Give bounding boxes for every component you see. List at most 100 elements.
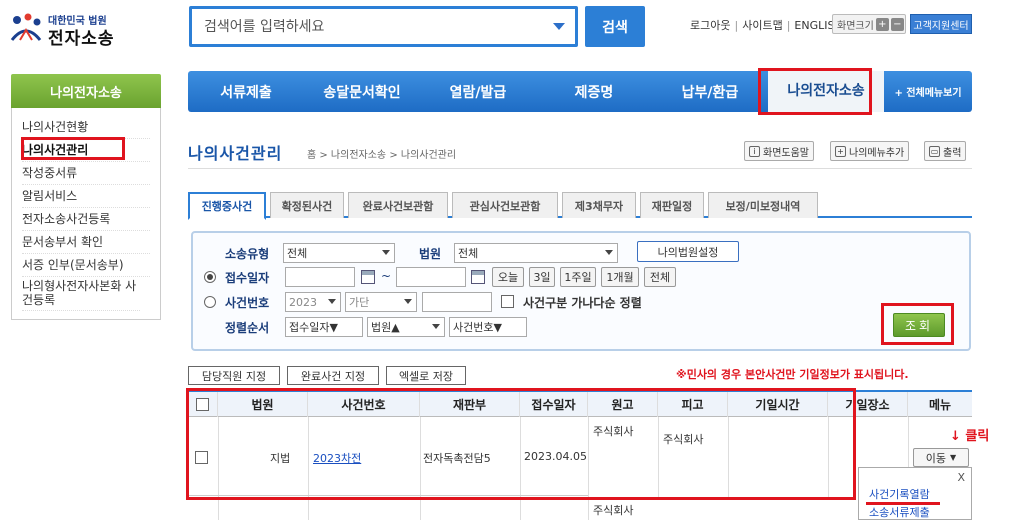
move-menu-label: 이동 bbox=[925, 451, 947, 465]
sidebar-item-evidence[interactable]: 서증 인부(문서송부) bbox=[22, 256, 150, 277]
assign-staff-button[interactable]: 담당직원 지정 bbox=[188, 366, 280, 385]
date-radio[interactable] bbox=[204, 271, 216, 283]
search-input[interactable] bbox=[192, 9, 532, 44]
nav-item-submit[interactable]: 서류제출 bbox=[188, 82, 304, 102]
font-size-control: 화면크기 + − bbox=[832, 14, 906, 34]
case-number-radio[interactable] bbox=[204, 296, 216, 308]
tab-confirmed[interactable]: 확정된사건 bbox=[270, 192, 344, 218]
font-size-minus-button[interactable]: − bbox=[890, 17, 904, 31]
date-to-input[interactable] bbox=[396, 267, 466, 287]
sidebar-item-case-register[interactable]: 전자소송사건등록 bbox=[22, 210, 150, 231]
date-label: 접수일자 bbox=[225, 271, 270, 285]
sort-order-label: 정렬순서 bbox=[225, 321, 270, 335]
breadcrumb: 홈 > 나의전자소송 > 나의사건관리 bbox=[307, 150, 457, 161]
notice-text: ※민사의 경우 본안사건만 기일정보가 표시됩니다. bbox=[676, 368, 909, 381]
case-tabs: 진행중사건 확정된사건 완료사건보관함 관심사건보관함 제3채무자 재판일정 보… bbox=[188, 192, 972, 220]
sort-order-2-value: 법원▲ bbox=[371, 321, 400, 334]
print-label: 출력 bbox=[943, 147, 962, 159]
click-annotation: ↓ 클릭 bbox=[950, 429, 990, 444]
add-my-menu-button[interactable]: + 나의메뉴추가 bbox=[830, 141, 910, 161]
sort-by-name-label: 사건구분 가나다순 정렬 bbox=[523, 296, 642, 310]
date-from-input[interactable] bbox=[285, 267, 355, 287]
3days-button[interactable]: 3일 bbox=[529, 267, 555, 287]
printer-icon: ▭ bbox=[929, 145, 940, 157]
tab-interest[interactable]: 관심사건보관함 bbox=[452, 192, 558, 218]
font-size-label: 화면크기 bbox=[837, 20, 874, 32]
search-dropdown-icon[interactable] bbox=[553, 23, 565, 30]
nav-item-view[interactable]: 열람/발급 bbox=[420, 82, 536, 102]
help-label: 화면도움말 bbox=[763, 147, 809, 159]
sitemap-link[interactable]: 사이트맵 bbox=[742, 17, 782, 33]
logout-link[interactable]: 로그아웃 bbox=[690, 17, 730, 33]
move-menu-button[interactable]: 이동 ▼ bbox=[913, 448, 969, 467]
search-button[interactable]: 검색 bbox=[585, 6, 645, 47]
1week-button[interactable]: 1주일 bbox=[560, 267, 596, 287]
separator: | bbox=[786, 18, 791, 32]
mark-complete-button[interactable]: 완료사건 지정 bbox=[287, 366, 379, 385]
sort-order-select-1[interactable]: 접수일자▼ bbox=[285, 317, 363, 337]
info-icon: i bbox=[749, 145, 760, 157]
font-size-plus-button[interactable]: + bbox=[875, 17, 889, 31]
calendar-icon[interactable] bbox=[471, 270, 485, 284]
help-button[interactable]: i 화면도움말 bbox=[744, 141, 814, 161]
tab-in-progress[interactable]: 진행중사건 bbox=[188, 192, 266, 220]
tab-schedule[interactable]: 재판일정 bbox=[640, 192, 704, 218]
case-year-select[interactable]: 2023 bbox=[285, 292, 341, 312]
move-menu-popup: X 사건기록열람 소송서류제출 bbox=[858, 467, 972, 520]
nav-item-certificate[interactable]: 제증명 bbox=[536, 82, 652, 102]
today-button[interactable]: 오늘 bbox=[492, 267, 524, 287]
chevron-down-icon bbox=[328, 299, 336, 304]
popup-item-view-records[interactable]: 사건기록열람 bbox=[869, 486, 930, 502]
highlight-box bbox=[881, 303, 954, 345]
header-menu: 메뉴 bbox=[928, 398, 952, 412]
chevron-down-icon bbox=[382, 250, 390, 255]
sort-by-name-checkbox[interactable] bbox=[501, 295, 514, 308]
chevron-down-icon: ▼ bbox=[950, 453, 957, 462]
sort-order-select-3[interactable]: 사건번호▼ bbox=[449, 317, 527, 337]
sidebar-title[interactable]: 나의전자소송 bbox=[11, 74, 161, 108]
case-number-input[interactable] bbox=[422, 292, 492, 312]
all-period-button[interactable]: 전체 bbox=[644, 267, 676, 287]
court-label: 법원 bbox=[419, 247, 442, 261]
divider bbox=[188, 168, 972, 169]
print-button[interactable]: ▭ 출력 bbox=[924, 141, 967, 161]
customer-support-button[interactable]: 고객지원센터 bbox=[910, 14, 972, 34]
my-court-settings-button[interactable]: 나의법원설정 bbox=[637, 241, 739, 262]
calendar-icon[interactable] bbox=[361, 270, 375, 284]
case-number-label: 사건번호 bbox=[225, 296, 270, 310]
chevron-down-icon bbox=[605, 250, 613, 255]
case-gubun-select[interactable]: 가단 bbox=[345, 292, 417, 312]
add-my-menu-label: 나의메뉴추가 bbox=[849, 147, 905, 159]
sidebar-item-case-status[interactable]: 나의사건현황 bbox=[22, 118, 150, 139]
cell-plaintiff-row2: 주식회사 bbox=[593, 504, 634, 517]
sidebar-item-doc-send[interactable]: 문서송부서 확인 bbox=[22, 233, 150, 254]
top-links: 로그아웃 | 사이트맵 | ENGLISH bbox=[690, 17, 843, 33]
tab-correction[interactable]: 보정/미보정내역 bbox=[708, 192, 818, 218]
close-icon[interactable]: X bbox=[957, 471, 965, 484]
chevron-down-icon bbox=[404, 299, 412, 304]
excel-export-button[interactable]: 엑셀로 저장 bbox=[386, 366, 466, 385]
column-divider bbox=[908, 417, 909, 467]
all-menu-link[interactable]: + 전체메뉴보기 bbox=[884, 84, 972, 99]
search-box bbox=[189, 6, 578, 47]
case-year-value: 2023 bbox=[289, 295, 317, 309]
highlight-underline bbox=[866, 502, 940, 505]
nav-item-delivery[interactable]: 송달문서확인 bbox=[304, 82, 420, 102]
date-range-tilde: ~ bbox=[381, 269, 392, 283]
case-type-label: 소송유형 bbox=[225, 247, 270, 261]
plus-icon: + bbox=[835, 145, 846, 157]
popup-item-submit-docs[interactable]: 소송서류제출 bbox=[869, 504, 930, 520]
tab-third-debtor[interactable]: 제3채무자 bbox=[562, 192, 636, 218]
tab-completed[interactable]: 완료사건보관함 bbox=[348, 192, 448, 218]
court-logo[interactable]: 대한민국 법원 전자소송 bbox=[8, 10, 138, 50]
sort-order-select-2[interactable]: 법원▲ bbox=[367, 317, 445, 337]
sidebar-item-alerts[interactable]: 알림서비스 bbox=[22, 187, 150, 208]
court-emblem-icon bbox=[10, 13, 42, 41]
court-select[interactable]: 전체 bbox=[454, 243, 618, 263]
sort-order-1-value: 접수일자▼ bbox=[289, 321, 338, 334]
sidebar-item-criminal-copy[interactable]: 나의형사전자사본화 사건등록 bbox=[22, 279, 140, 311]
sidebar-item-drafts[interactable]: 작성중서류 bbox=[22, 164, 150, 185]
1month-button[interactable]: 1개월 bbox=[601, 267, 639, 287]
nav-item-payment[interactable]: 납부/환급 bbox=[652, 82, 768, 102]
case-type-select[interactable]: 전체 bbox=[283, 243, 395, 263]
